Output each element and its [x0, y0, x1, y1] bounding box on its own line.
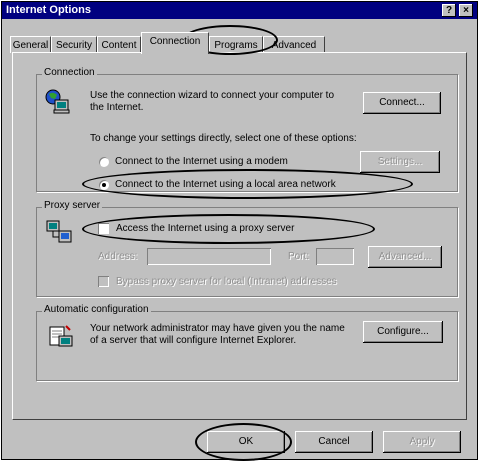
proxy-checkbox-label[interactable]: Access the Internet using a proxy server	[116, 223, 294, 235]
proxy-server-icon	[46, 219, 72, 245]
tab-connection[interactable]: Connection	[141, 32, 209, 54]
address-label: Address:	[98, 251, 138, 262]
title-bar: Internet Options ? ×	[2, 2, 477, 19]
change-settings-text: To change your settings directly, select…	[90, 133, 357, 144]
bypass-checkbox-label[interactable]: Bypass proxy server for local (Intranet)…	[116, 276, 337, 288]
help-button[interactable]: ?	[442, 4, 456, 17]
modem-radio-label[interactable]: Connect to the Internet using a modem	[115, 156, 288, 168]
tab-content[interactable]: Content	[97, 36, 141, 53]
configuration-icon	[48, 324, 74, 350]
bypass-checkbox[interactable]	[98, 276, 109, 287]
internet-options-window: Internet Options ? × General Security Co…	[1, 1, 478, 461]
tab-advanced[interactable]: Advanced	[263, 36, 325, 53]
connect-button[interactable]: Connect...	[363, 92, 441, 114]
port-label: Port:	[288, 251, 310, 262]
lan-radio-label[interactable]: Connect to the Internet using a local ar…	[115, 179, 336, 191]
tab-security[interactable]: Security	[51, 36, 97, 53]
tab-general[interactable]: General	[10, 36, 51, 53]
lan-radio[interactable]	[99, 180, 109, 190]
wizard-description: Use the connection wizard to connect you…	[90, 90, 335, 113]
settings-button[interactable]: Settings...	[360, 151, 440, 173]
address-input[interactable]	[147, 248, 271, 265]
port-input[interactable]	[316, 248, 354, 265]
window-title: Internet Options	[6, 4, 91, 16]
advanced-button[interactable]: Advanced...	[368, 246, 442, 268]
close-button[interactable]: ×	[459, 4, 473, 17]
connection-wizard-icon	[44, 88, 70, 114]
apply-button[interactable]: Apply	[383, 431, 461, 453]
configure-button[interactable]: Configure...	[363, 321, 443, 343]
proxy-checkbox[interactable]	[98, 223, 109, 234]
auto-config-legend: Automatic configuration	[42, 304, 151, 315]
cancel-button[interactable]: Cancel	[295, 431, 373, 453]
proxy-legend: Proxy server	[42, 200, 103, 211]
auto-config-description: Your network administrator may have give…	[90, 323, 345, 346]
ok-button[interactable]: OK	[207, 431, 285, 453]
connection-legend: Connection	[42, 67, 97, 78]
modem-radio[interactable]	[99, 157, 109, 167]
tab-programs[interactable]: Programs	[209, 36, 263, 53]
